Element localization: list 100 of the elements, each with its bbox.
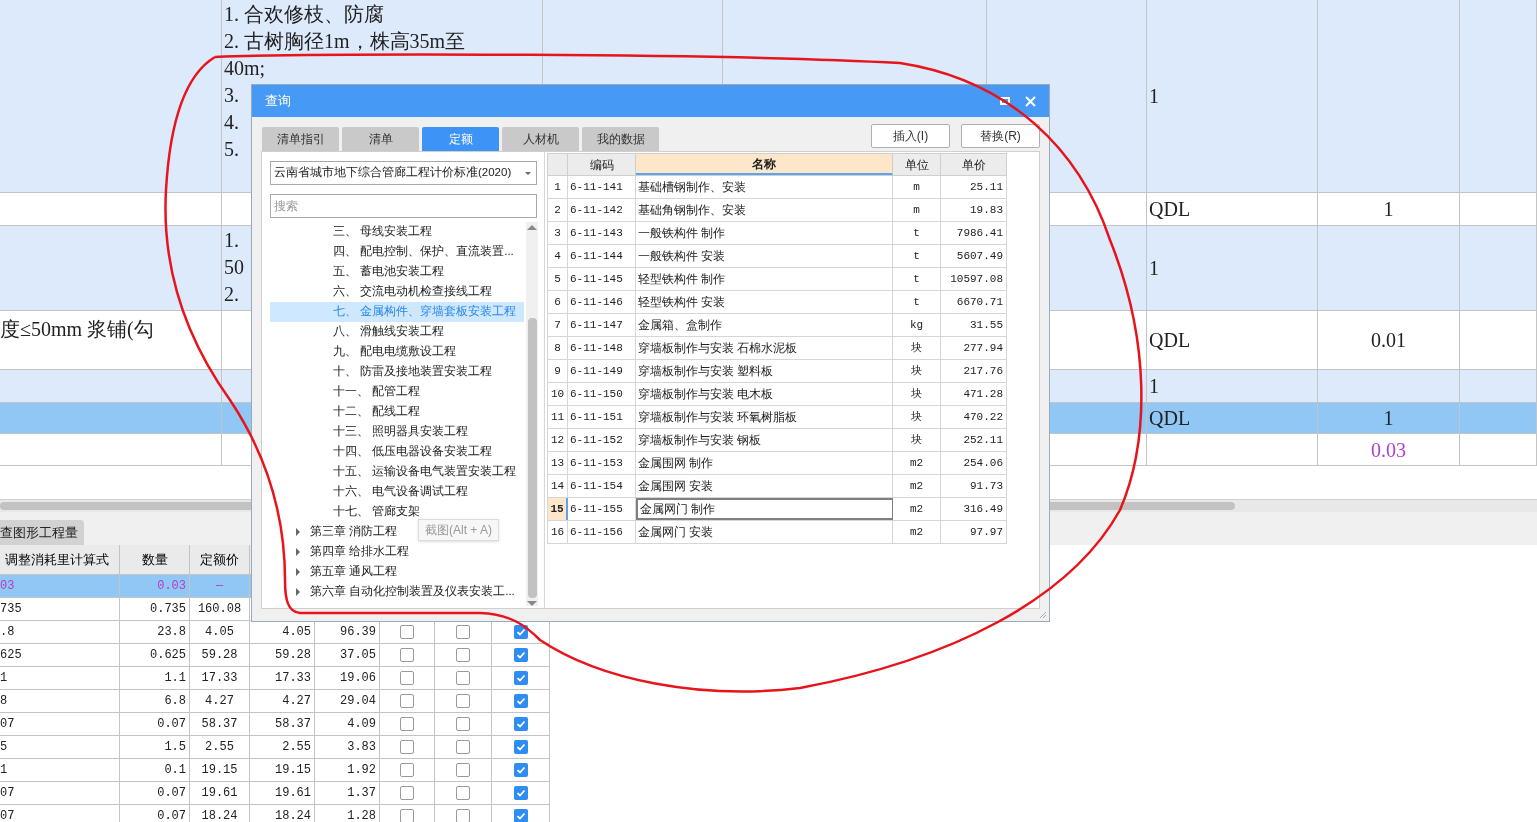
table-cell: 6.8 — [120, 690, 190, 712]
table-cell: m2 — [893, 452, 941, 474]
description-line: 50 — [224, 255, 244, 280]
table-cell: 块 — [893, 337, 941, 359]
table-cell: 19.06 — [315, 667, 380, 689]
table-cell: 625 — [0, 644, 120, 666]
table-cell: 58.37 — [250, 713, 315, 735]
table-cell: 7986.41 — [941, 222, 1007, 244]
description-line: 2. 古树胸径1m，株高35m至 — [224, 29, 466, 54]
table-cell: QDL — [1147, 311, 1318, 369]
table-cell: 6-11-154 — [568, 475, 636, 497]
description-line: 5. — [224, 137, 239, 162]
table-cell: 6-11-143 — [568, 222, 636, 244]
table-cell: 17.33 — [250, 667, 315, 689]
table-cell: 6670.71 — [941, 291, 1007, 313]
table-cell: 91.73 — [941, 475, 1007, 497]
table-cell: t — [893, 291, 941, 313]
table-cell: 18.24 — [190, 805, 250, 822]
table-cell: 0.03 — [120, 575, 190, 597]
description-line: 3. — [224, 83, 239, 108]
table-cell: 6-11-145 — [568, 268, 636, 290]
table-cell: 6-11-147 — [568, 314, 636, 336]
description-line: 1. — [224, 228, 239, 253]
table-cell: 10597.08 — [941, 268, 1007, 290]
table-cell: 160.08 — [190, 598, 250, 620]
table-cell: 6-11-151 — [568, 406, 636, 428]
table-cell: 470.22 — [941, 406, 1007, 428]
table-cell: 6-11-150 — [568, 383, 636, 405]
table-cell: 316.49 — [941, 498, 1007, 520]
table-cell: 254.06 — [941, 452, 1007, 474]
table-cell: 块 — [893, 360, 941, 382]
table-cell: 块 — [893, 406, 941, 428]
table-cell: QDL — [1147, 403, 1318, 433]
table-cell: 23.8 — [120, 621, 190, 643]
table-cell: 0.07 — [120, 713, 190, 735]
table-cell: m — [893, 199, 941, 221]
table-cell: 6-11-149 — [568, 360, 636, 382]
table-cell: 6-11-146 — [568, 291, 636, 313]
table-cell: 58.37 — [190, 713, 250, 735]
table-cell: 1 — [0, 667, 120, 689]
table-cell: 0.07 — [120, 782, 190, 804]
table-cell: 4.27 — [250, 690, 315, 712]
table-cell: 19.83 — [941, 199, 1007, 221]
table-cell: 37.05 — [315, 644, 380, 666]
description-line: 4. — [224, 110, 239, 135]
table-cell: 31.55 — [941, 314, 1007, 336]
description-line: 40m; — [224, 56, 266, 81]
table-cell: 19.61 — [250, 782, 315, 804]
table-cell: m — [893, 176, 941, 198]
dropdown-value: 云南省城市地下综合管廊工程计价标准(2020) — [274, 165, 513, 181]
table-cell: 2.55 — [190, 736, 250, 758]
window-title: 查询 — [265, 92, 291, 111]
table-cell: t — [893, 222, 941, 244]
table-cell: 97.97 — [941, 521, 1007, 543]
table-cell: 4.09 — [315, 713, 380, 735]
description-line: 2. — [224, 282, 239, 307]
table-cell: 17.33 — [190, 667, 250, 689]
column-header: 数量 — [120, 545, 190, 574]
table-cell: 07 — [0, 805, 120, 822]
table-cell: 5607.49 — [941, 245, 1007, 267]
table-cell: 6-11-155 — [568, 498, 636, 520]
table-cell: 07 — [0, 782, 120, 804]
table-cell: 1.92 — [315, 759, 380, 781]
table-cell: 8 — [0, 690, 120, 712]
table-cell: 0.03 — [1318, 434, 1460, 465]
table-cell: 0.01 — [1318, 311, 1460, 369]
column-header: 调整消耗里计算式 — [0, 545, 120, 574]
table-cell: 度≤50mm 浆铺(勾 — [0, 311, 222, 369]
table-cell: 6-11-144 — [568, 245, 636, 267]
table-cell: 1 — [1318, 403, 1460, 433]
table-cell: m2 — [893, 475, 941, 497]
table-cell: t — [893, 245, 941, 267]
table-cell: m2 — [893, 498, 941, 520]
table-cell: 0.735 — [120, 598, 190, 620]
table-cell: 4.27 — [190, 690, 250, 712]
table-cell: 1 — [1147, 0, 1318, 192]
table-cell: m2 — [893, 521, 941, 543]
table-cell: 3.83 — [315, 736, 380, 758]
table-cell: 03 — [0, 575, 120, 597]
description-line: 1. 合欢修枝、防腐 — [224, 2, 384, 27]
table-cell: 0.07 — [120, 805, 190, 822]
table-cell: t — [893, 268, 941, 290]
table-cell: 19.15 — [250, 759, 315, 781]
screenshot-tooltip: 截图(Alt + A) — [418, 519, 499, 541]
table-cell: 0.625 — [120, 644, 190, 666]
table-cell: 6-11-142 — [568, 199, 636, 221]
table-cell: 252.11 — [941, 429, 1007, 451]
table-cell: 277.94 — [941, 337, 1007, 359]
table-cell: 471.28 — [941, 383, 1007, 405]
table-cell: 0.1 — [120, 759, 190, 781]
table-cell: 07 — [0, 713, 120, 735]
table-cell: 6-11-141 — [568, 176, 636, 198]
table-cell: 1 — [0, 759, 120, 781]
table-cell: 块 — [893, 383, 941, 405]
table-cell: 1.5 — [120, 736, 190, 758]
table-cell: 6-11-148 — [568, 337, 636, 359]
table-cell: 1.37 — [315, 782, 380, 804]
table-cell: 4.05 — [190, 621, 250, 643]
table-cell: 18.24 — [250, 805, 315, 822]
table-cell: 6-11-156 — [568, 521, 636, 543]
